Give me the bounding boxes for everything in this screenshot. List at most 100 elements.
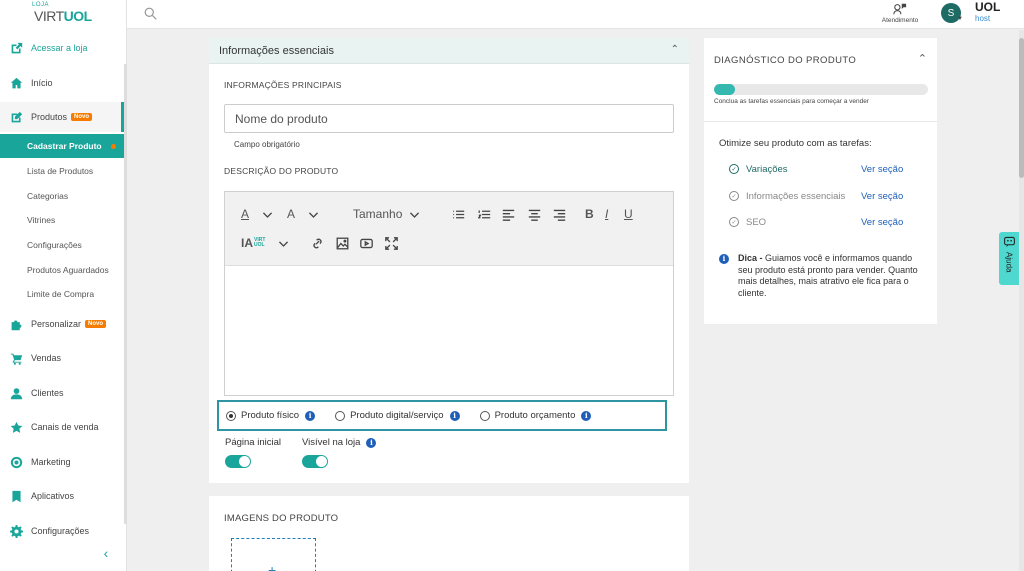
chevron-down-icon[interactable] <box>307 206 320 222</box>
sidebar-item-label: Produtos <box>31 112 68 122</box>
editor-text-area[interactable] <box>225 266 673 395</box>
sidebar-subitem-produtos-aguardados[interactable]: Produtos Aguardados <box>0 258 124 282</box>
align-center-icon[interactable] <box>528 206 541 222</box>
atendimento-button[interactable]: Atendimento <box>875 2 925 24</box>
star-icon <box>1 421 31 434</box>
check-circle-icon: ✓ <box>729 191 739 201</box>
sidebar-subitem-categorias[interactable]: Categorias <box>0 184 124 208</box>
sidebar-scrollbar[interactable] <box>124 64 127 524</box>
bookmark-icon <box>1 490 31 503</box>
video-icon[interactable] <box>360 235 373 251</box>
radio-produto-digital[interactable]: Produto digital/serviço i <box>335 410 460 421</box>
person-icon <box>1 387 31 400</box>
sidebar-item-canais-venda[interactable]: Canais de venda <box>0 412 124 442</box>
plus-icon: + <box>268 562 277 571</box>
chevron-down-icon[interactable] <box>261 206 274 222</box>
new-badge: Novo <box>85 320 107 328</box>
gear-icon <box>1 524 31 538</box>
image-icon[interactable] <box>336 235 349 251</box>
sidebar-subitem-configuracoes[interactable]: Configurações <box>0 233 124 257</box>
font-size-select[interactable]: Tamanho <box>353 206 402 222</box>
product-form-card: Informações essenciais ⌃ INFORMAÇÕES PRI… <box>209 38 689 483</box>
chevron-down-icon[interactable] <box>277 235 290 251</box>
uol-host-logo[interactable]: UOL host <box>975 1 1000 24</box>
sidebar-item-clientes[interactable]: Clientes <box>0 378 124 408</box>
sidebar-item-personalizar[interactable]: Personalizar Novo <box>0 309 124 339</box>
sidebar-item-produtos[interactable]: Produtos Novo <box>0 102 124 132</box>
scrollbar-thumb[interactable] <box>1019 38 1024 178</box>
chat-bot-icon <box>1003 236 1015 248</box>
add-image-dropzone[interactable]: + <box>231 538 316 571</box>
description-editor: A A Tamanho B I U IA VIRT UOL <box>224 191 674 396</box>
info-icon[interactable]: i <box>305 410 316 421</box>
align-left-icon[interactable] <box>502 206 515 222</box>
principais-label: INFORMAÇÕES PRINCIPAIS <box>224 80 342 90</box>
sidebar-subitem-cadastrar-produto[interactable]: Cadastrar Produto <box>0 134 124 158</box>
chevron-down-icon[interactable] <box>408 206 421 222</box>
collapse-sidebar-chevron-icon[interactable]: ‹ <box>98 545 114 561</box>
ajuda-button[interactable]: Ajuda <box>999 232 1019 285</box>
fullscreen-icon[interactable] <box>385 235 398 251</box>
pagina-inicial-toggle[interactable] <box>225 455 251 468</box>
highlight-color-button[interactable]: A <box>287 206 295 222</box>
sidebar-item-label: Vendas <box>31 353 62 363</box>
ver-secao-link[interactable]: Ver seção <box>861 164 903 175</box>
info-icon[interactable]: i <box>581 410 592 421</box>
chevron-up-icon[interactable]: ⌃ <box>671 44 679 55</box>
sidebar-item-configuracoes[interactable]: Configurações <box>0 516 124 546</box>
section-header-informacoes[interactable]: Informações essenciais ⌃ <box>209 38 689 64</box>
info-icon[interactable]: i <box>366 437 377 448</box>
search-icon[interactable] <box>144 7 157 20</box>
bullet-list-icon[interactable] <box>452 206 465 222</box>
sidebar-subitem-vitrines[interactable]: Vitrines <box>0 208 124 232</box>
sidebar-subitem-limite-compra[interactable]: Limite de Compra <box>0 282 124 306</box>
link-icon[interactable] <box>311 235 324 251</box>
numbered-list-icon[interactable] <box>478 206 491 222</box>
page-scrollbar[interactable] <box>1019 30 1024 571</box>
status-dot <box>111 143 116 149</box>
check-circle-icon: ✓ <box>729 217 739 227</box>
underline-button[interactable]: U <box>624 206 633 222</box>
ver-secao-link[interactable]: Ver seção <box>861 191 903 202</box>
check-circle-icon: ✓ <box>729 164 739 174</box>
sidebar-item-inicio[interactable]: Início <box>0 68 124 98</box>
sidebar-item-label: Aplicativos <box>31 491 75 501</box>
diagnostico-title: DIAGNÓSTICO DO PRODUTO <box>714 55 857 66</box>
loja-virtuol-logo[interactable]: LOJA VIRTUOL <box>30 2 94 26</box>
sidebar-item-vendas[interactable]: Vendas <box>0 343 124 373</box>
ia-virtuol-button[interactable]: IA VIRT UOL <box>241 235 268 251</box>
sidebar-subitem-lista-produtos[interactable]: Lista de Produtos <box>0 159 124 183</box>
edit-icon <box>1 111 31 124</box>
product-images-card: IMAGENS DO PRODUTO + <box>209 496 689 571</box>
top-bar: Atendimento S ▼ UOL host <box>127 0 1024 29</box>
chevron-up-icon[interactable]: ⌃ <box>918 52 927 65</box>
bold-button[interactable]: B <box>585 206 594 222</box>
sidebar-item-label: Configurações <box>31 526 90 536</box>
diagnostico-panel: DIAGNÓSTICO DO PRODUTO ⌃ Conclua as tare… <box>704 38 937 324</box>
progress-fill <box>714 84 736 95</box>
visivel-loja-toggle[interactable] <box>302 455 328 468</box>
ajuda-label: Ajuda <box>1004 252 1014 273</box>
task-informacoes: ✓ Informações essenciais Ver seção <box>729 189 929 203</box>
italic-button[interactable]: I <box>605 206 608 222</box>
imagens-label: IMAGENS DO PRODUTO <box>224 513 339 524</box>
product-name-input[interactable] <box>224 104 674 133</box>
optimize-text: Otimize seu produto com as tarefas: <box>719 138 872 149</box>
new-badge: Novo <box>71 113 93 121</box>
ver-secao-link[interactable]: Ver seção <box>861 217 903 228</box>
info-icon[interactable]: i <box>449 410 460 421</box>
sidebar-item-acessar-loja[interactable]: Acessar a loja <box>0 33 124 63</box>
radio-produto-orcamento[interactable]: Produto orçamento i <box>479 410 592 421</box>
align-right-icon[interactable] <box>553 206 566 222</box>
sidebar-item-label: Acessar a loja <box>31 43 88 53</box>
puzzle-icon <box>1 318 31 331</box>
home-icon <box>1 77 31 90</box>
sidebar-item-label: Início <box>31 78 53 88</box>
radio-produto-fisico[interactable]: Produto físico i <box>226 410 316 421</box>
sidebar-item-aplicativos[interactable]: Aplicativos <box>0 481 124 511</box>
sidebar-item-marketing[interactable]: Marketing <box>0 447 124 477</box>
chevron-down-icon[interactable]: ▼ <box>957 16 963 22</box>
sidebar-item-label: Canais de venda <box>31 422 99 432</box>
font-color-button[interactable]: A <box>241 206 249 222</box>
atendimento-label: Atendimento <box>881 17 919 24</box>
